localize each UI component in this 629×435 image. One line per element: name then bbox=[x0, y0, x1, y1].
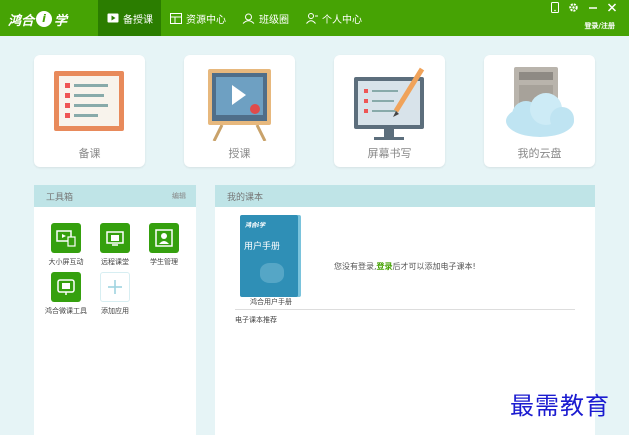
window-controls bbox=[551, 2, 617, 16]
notice-text-tail: 后才可以添加电子课本! bbox=[392, 262, 476, 271]
edit-link[interactable]: 编辑 bbox=[172, 191, 186, 201]
screen-interact-icon bbox=[51, 223, 81, 253]
top-bar: 鸿合 i 学 备授课 资源中心 班级圈 个人中心 登录/注册 bbox=[0, 0, 629, 36]
watermark-text: 最需教育 bbox=[510, 392, 610, 420]
mobile-icon[interactable] bbox=[551, 2, 559, 16]
tile-label: 备课 bbox=[78, 147, 101, 160]
tool-screen-interaction[interactable]: 大小屏互动 bbox=[43, 223, 89, 267]
login-notice: 您没有登录,登录后才可以添加电子课本! bbox=[334, 261, 476, 272]
textbooks-header: 我的课本 bbox=[215, 185, 595, 207]
tab-label: 个人中心 bbox=[322, 14, 362, 26]
student-manage-icon bbox=[149, 223, 179, 253]
book-caption: 鸿合用户手册 bbox=[250, 298, 292, 306]
micro-course-icon bbox=[51, 272, 81, 302]
person-icon bbox=[305, 12, 318, 24]
tile-label: 我的云盘 bbox=[517, 147, 562, 160]
logo-i-icon: i bbox=[36, 11, 53, 27]
logo-text: 鸿合 bbox=[8, 13, 35, 29]
tile-lesson-prep[interactable]: 备课 bbox=[34, 55, 145, 167]
tile-label: 屏幕书写 bbox=[367, 147, 412, 160]
tab-resource-center[interactable]: 资源中心 bbox=[161, 0, 234, 36]
tool-label: 学生管理 bbox=[150, 258, 178, 266]
tile-cloud-disk[interactable]: 我的云盘 bbox=[484, 55, 595, 167]
book-cover-logo: 鸿合i学 bbox=[245, 222, 266, 229]
divider bbox=[235, 309, 575, 310]
tile-teaching[interactable]: 授课 bbox=[184, 55, 295, 167]
group-icon bbox=[242, 13, 255, 24]
play-box-icon bbox=[106, 13, 119, 24]
tool-label: 大小屏互动 bbox=[48, 258, 84, 266]
main-nav: 备授课 资源中心 班级圈 个人中心 bbox=[98, 0, 370, 36]
lesson-board-icon bbox=[50, 63, 129, 141]
tool-label: 鸿合微课工具 bbox=[45, 307, 87, 315]
tile-label: 授课 bbox=[228, 147, 251, 160]
screen-write-icon bbox=[350, 63, 429, 141]
notice-login-link[interactable]: 登录 bbox=[377, 262, 393, 271]
logo-suffix: 学 bbox=[54, 13, 68, 29]
globe-icon bbox=[260, 263, 284, 283]
login-register-link[interactable]: 登录/注册 bbox=[584, 21, 615, 31]
remote-class-icon bbox=[100, 223, 130, 253]
tool-student-management[interactable]: 学生管理 bbox=[141, 223, 187, 267]
toolbox-panel: 工具箱 编辑 大小屏互动 远程课堂 学生管理 鸿合微课工具 添加应用 bbox=[34, 185, 196, 435]
tile-screen-write[interactable]: 屏幕书写 bbox=[334, 55, 445, 167]
toolbox-header: 工具箱 编辑 bbox=[34, 185, 196, 207]
tool-add-app[interactable]: 添加应用 bbox=[92, 272, 138, 316]
settings-gear-icon[interactable] bbox=[568, 2, 579, 16]
tool-remote-class[interactable]: 远程课堂 bbox=[92, 223, 138, 267]
notice-text: 您没有登录, bbox=[334, 262, 377, 271]
toolbox-title: 工具箱 bbox=[46, 192, 74, 203]
tab-personal-center[interactable]: 个人中心 bbox=[297, 0, 370, 36]
ebook-recommend-label: 电子课本推荐 bbox=[235, 316, 277, 324]
tab-label: 备授课 bbox=[123, 14, 153, 26]
tool-micro-course[interactable]: 鸿合微课工具 bbox=[43, 272, 89, 316]
app-logo: 鸿合 i 学 bbox=[8, 9, 88, 29]
minimize-icon[interactable] bbox=[588, 2, 598, 16]
tab-lesson-prep[interactable]: 备授课 bbox=[98, 0, 161, 36]
textbooks-title: 我的课本 bbox=[227, 192, 264, 203]
user-manual-book[interactable]: 鸿合i学 用户手册 bbox=[240, 215, 298, 297]
book-cover-title: 用户手册 bbox=[244, 242, 281, 252]
tab-class-circle[interactable]: 班级圈 bbox=[234, 0, 297, 36]
close-icon[interactable] bbox=[607, 2, 617, 16]
tool-label: 远程课堂 bbox=[101, 258, 129, 266]
teaching-easel-icon bbox=[200, 63, 279, 142]
plus-icon bbox=[100, 272, 130, 302]
cloud-disk-icon bbox=[500, 63, 579, 141]
tab-label: 班级圈 bbox=[259, 14, 289, 26]
tool-label: 添加应用 bbox=[101, 307, 129, 315]
tab-label: 资源中心 bbox=[186, 14, 226, 26]
grid-icon bbox=[169, 12, 182, 24]
